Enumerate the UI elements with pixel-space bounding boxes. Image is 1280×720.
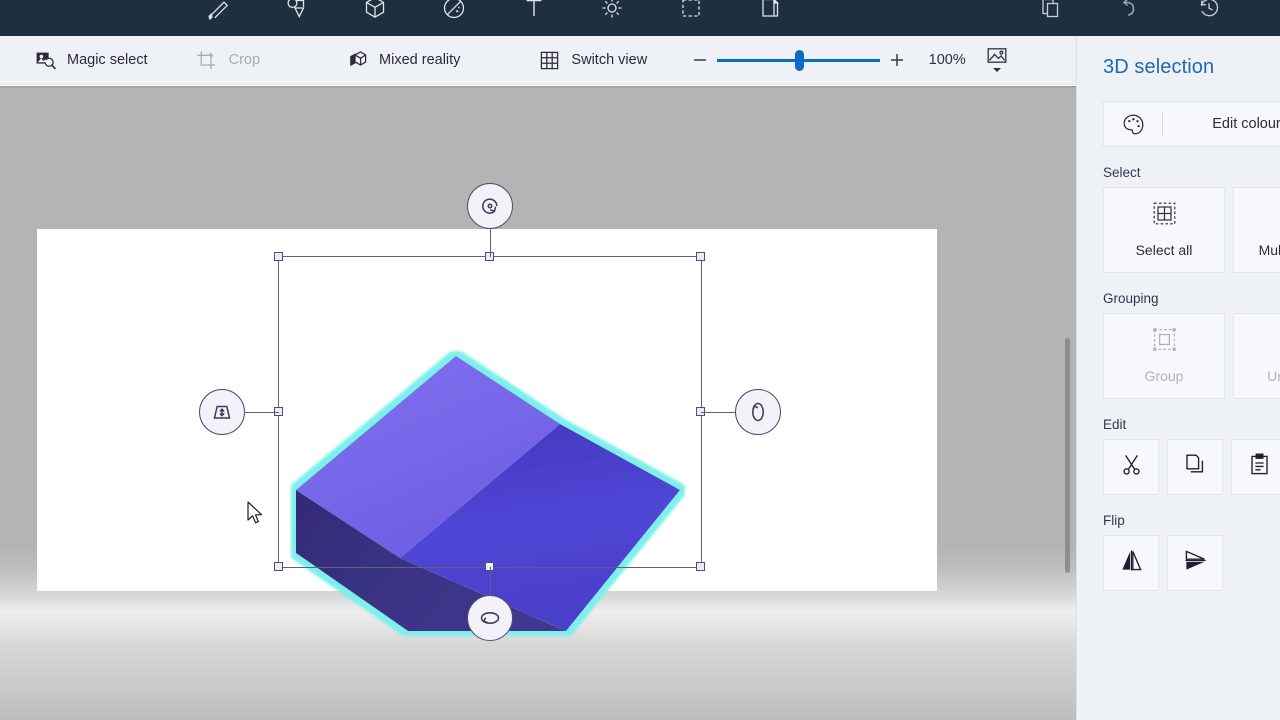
selection-bounding-box[interactable] <box>199 183 781 641</box>
rotate-handle-stem-left <box>245 412 279 414</box>
zoom-slider-thumb[interactable] <box>795 50 805 71</box>
group-button[interactable]: Group <box>1103 313 1225 399</box>
paste-icon[interactable] <box>1028 0 1074 30</box>
panel-title: 3D selection <box>1103 56 1215 78</box>
effects-icon[interactable] <box>431 0 477 30</box>
copy-icon <box>1184 453 1207 481</box>
ungroup-button[interactable]: Ungroup <box>1233 313 1280 399</box>
resize-handle-top-left[interactable] <box>274 252 283 261</box>
select-section-label: Select <box>1103 165 1141 180</box>
mixed-reality-icon <box>346 49 368 71</box>
paste-button[interactable] <box>1231 439 1280 495</box>
rotate-vertical-axis-handle[interactable] <box>735 389 781 435</box>
chevron-down-icon <box>993 68 1002 72</box>
magic-select-icon <box>34 49 56 71</box>
mixed-reality-button[interactable]: Mixed reality <box>332 36 474 85</box>
copy-button[interactable] <box>1167 439 1223 495</box>
magic-select-button[interactable]: Magic select <box>20 36 162 85</box>
art-tools-icon[interactable] <box>195 0 241 30</box>
rotate-handle-stem-bottom <box>490 567 492 595</box>
zoom-slider[interactable] <box>717 43 881 77</box>
rotate-horizontal-axis-handle[interactable] <box>467 595 513 641</box>
rotate-depth-handle[interactable] <box>199 389 245 435</box>
crop-label: Crop <box>228 52 261 68</box>
flip-section-label: Flip <box>1103 513 1125 528</box>
select-all-button[interactable]: Select all <box>1103 187 1225 273</box>
mixed-reality-label: Mixed reality <box>379 52 461 68</box>
grouping-section-label: Grouping <box>1103 291 1159 306</box>
rotate-roll-handle[interactable] <box>467 183 513 229</box>
edit-button-row <box>1103 439 1280 495</box>
magic-select-label: Magic select <box>67 52 148 68</box>
group-label: Group <box>1144 368 1184 384</box>
main-toolbar <box>0 0 1280 36</box>
paste-icon <box>1248 453 1271 481</box>
resize-handle-top-right[interactable] <box>696 252 705 261</box>
edit-colour-button[interactable]: Edit colour <box>1103 101 1280 147</box>
multi-select-button[interactable]: Multi-select <box>1233 187 1280 273</box>
zoom-out-button[interactable] <box>683 43 717 77</box>
grouping-button-row: Group Ungroup <box>1103 313 1280 399</box>
edit-colour-label: Edit colour <box>1212 116 1280 132</box>
canvas-icon[interactable] <box>668 0 714 30</box>
flip-vertical-button[interactable] <box>1167 535 1223 591</box>
stickers-icon[interactable] <box>274 0 320 30</box>
rotate-handle-stem-right <box>701 412 735 414</box>
multi-select-label: Multi-select <box>1258 242 1280 258</box>
flip-horizontal-icon <box>1120 549 1143 577</box>
crop-button[interactable]: Crop <box>182 36 274 85</box>
3d-library-icon[interactable] <box>747 0 793 30</box>
cut-button[interactable] <box>1103 439 1159 495</box>
zoom-percentage: 100% <box>928 52 966 68</box>
switch-view-icon <box>538 49 560 71</box>
ungroup-label: Ungroup <box>1267 368 1280 384</box>
flip-horizontal-button[interactable] <box>1103 535 1159 591</box>
resize-handle-bottom-right[interactable] <box>696 562 705 571</box>
palette-icon <box>1104 113 1162 136</box>
select-all-icon <box>1153 202 1176 230</box>
edit-section-label: Edit <box>1103 417 1127 432</box>
select-all-label: Select all <box>1135 242 1193 258</box>
effects-brightness-icon[interactable] <box>589 0 635 30</box>
group-icon <box>1152 328 1176 356</box>
rotate-handle-stem-top <box>490 229 492 257</box>
3d-shapes-icon[interactable] <box>352 0 398 30</box>
crop-icon <box>196 49 218 71</box>
paint3d-window: Magic select Crop Mixed reality Switch v… <box>0 0 1280 720</box>
select-button-row: Select all Multi-select <box>1103 187 1280 273</box>
resize-handle-bottom-left[interactable] <box>274 562 283 571</box>
canvas-vertical-scrollbar[interactable] <box>1065 338 1070 573</box>
zoom-in-button[interactable] <box>880 43 914 77</box>
scissors-icon <box>1120 453 1143 481</box>
flip-button-row <box>1103 535 1280 591</box>
secondary-toolbar: Magic select Crop Mixed reality Switch v… <box>0 36 1076 85</box>
stage-top-shadow <box>0 86 1076 89</box>
undo-icon[interactable] <box>1106 0 1152 30</box>
switch-view-label: Switch view <box>571 52 648 68</box>
zoom-controls: 100% <box>683 40 1014 80</box>
canvas-stage[interactable] <box>0 86 1076 720</box>
3d-selection-panel: 3D selection Edit colour Select Select a… <box>1076 36 1280 720</box>
flip-vertical-icon <box>1184 549 1207 577</box>
text-icon[interactable] <box>511 0 557 30</box>
image-properties-button[interactable] <box>980 40 1014 80</box>
switch-view-button[interactable]: Switch view <box>524 36 661 85</box>
redo-history-icon[interactable] <box>1186 0 1232 30</box>
